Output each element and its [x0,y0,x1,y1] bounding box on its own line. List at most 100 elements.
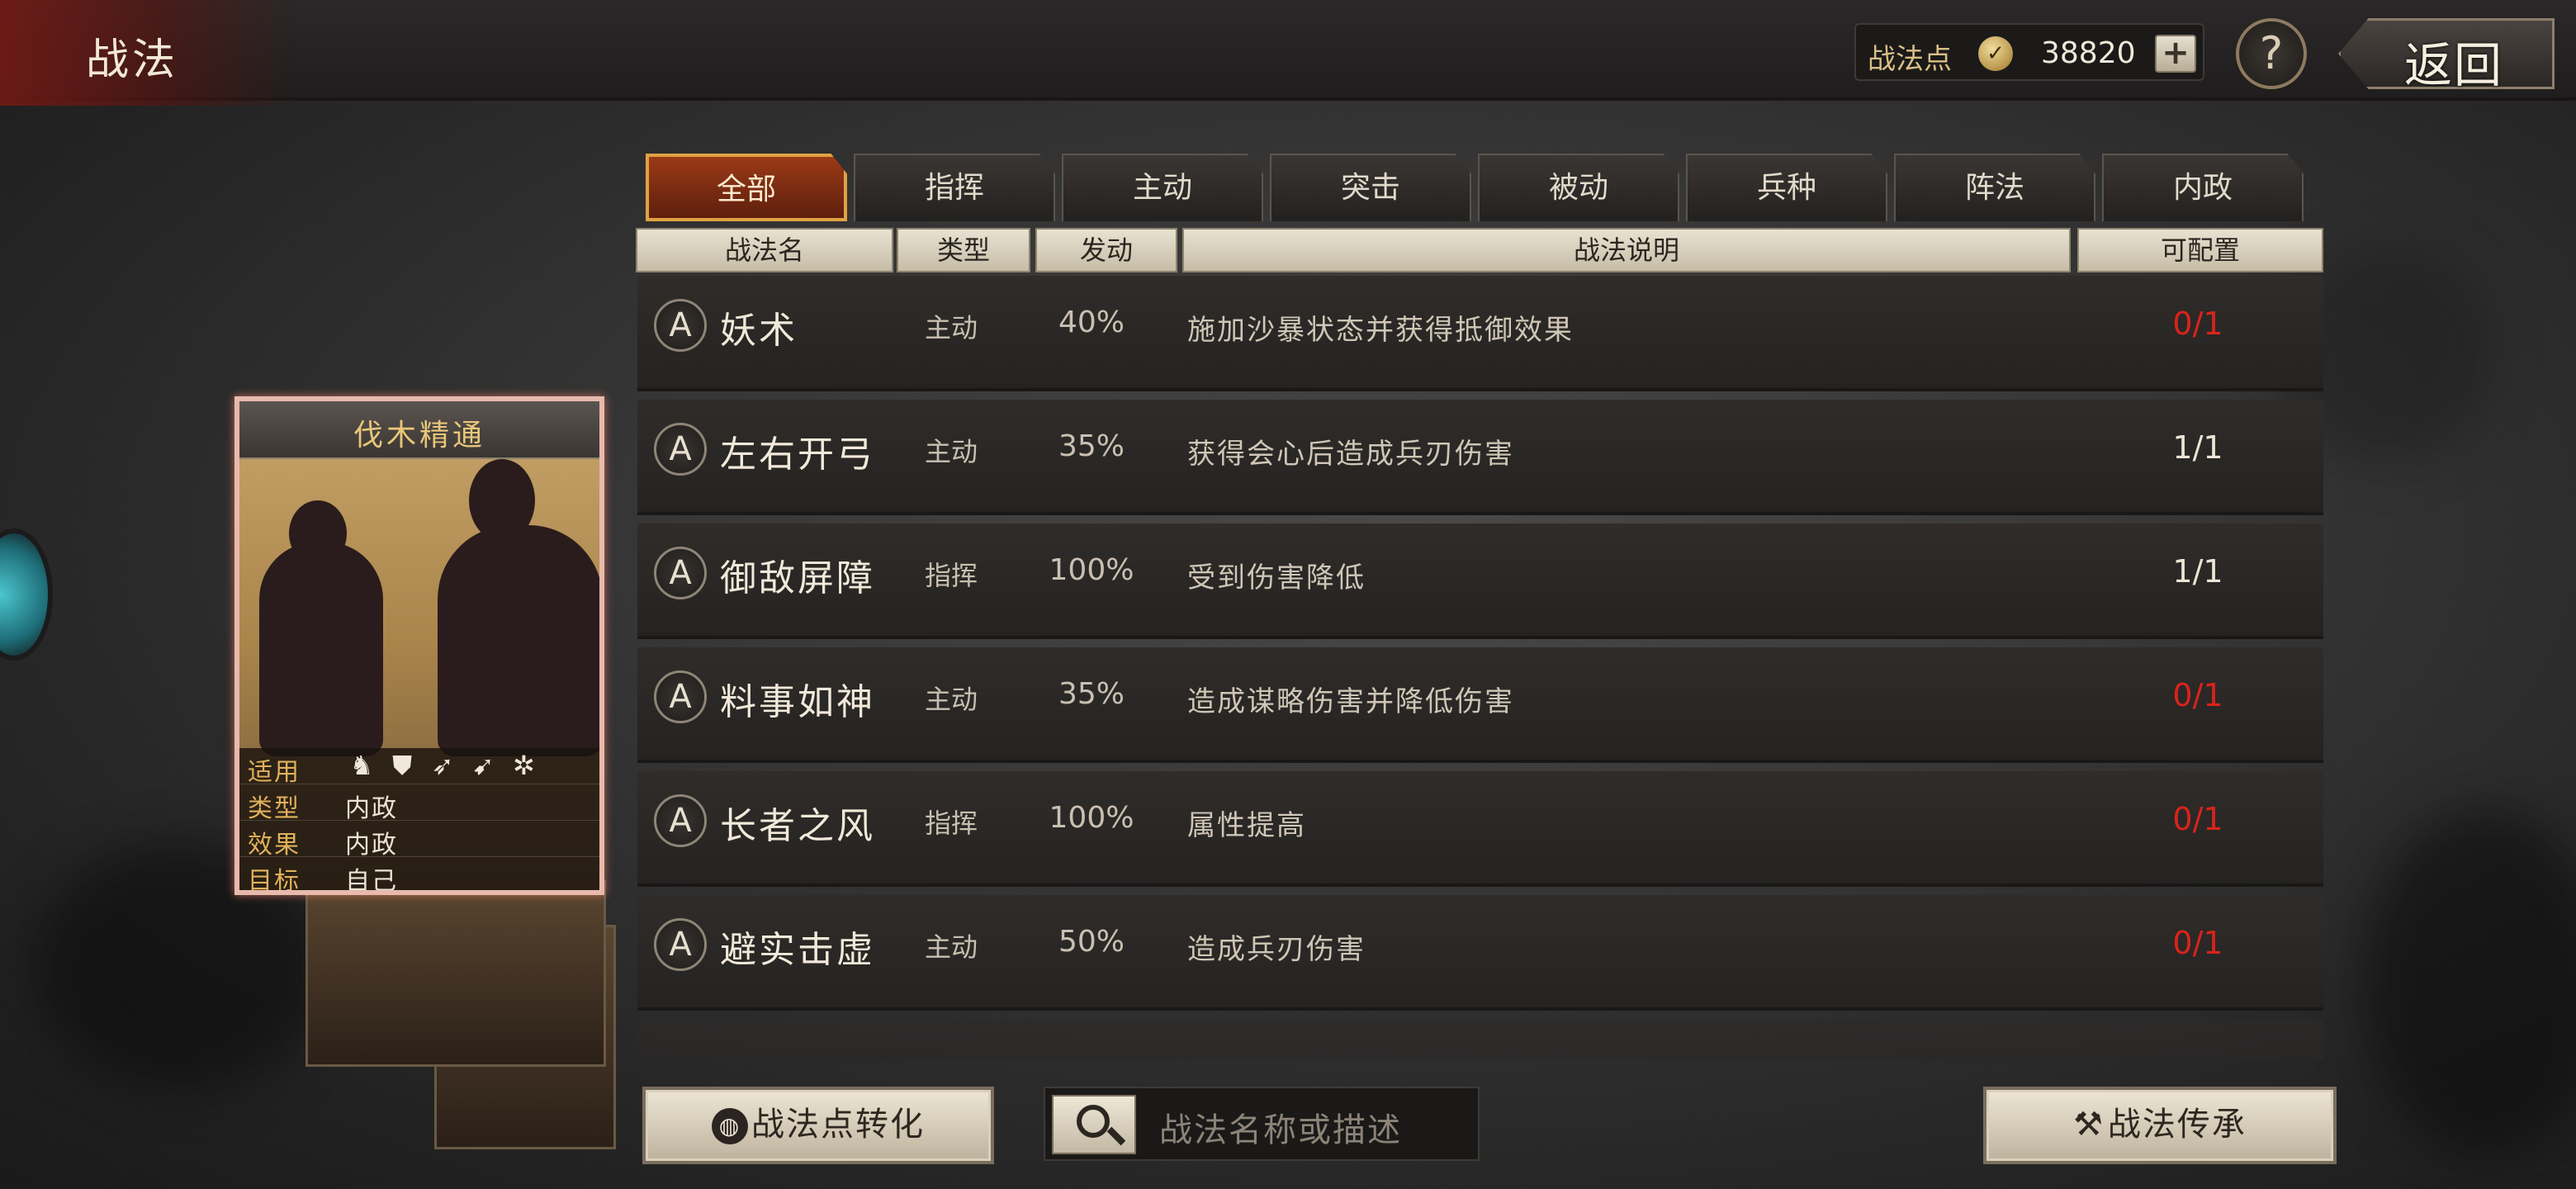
column-header-name[interactable]: 战法名 [636,228,893,272]
top-bar: 战法 战法点 ✓ 38820 + ? 返回 [0,0,2576,106]
tactic-list[interactable]: A 妖术 主动 40% 施加沙暴状态并获得抵御效果 0/1 A 左右开弓 主动 … [637,276,2323,1060]
tactic-type: 主动 [924,931,978,963]
tactic-config: 1/1 [2172,429,2223,466]
siege-icon: ✲ [512,750,535,781]
card-apply-key: 适用 [248,758,301,787]
tab-active[interactable]: 主动 [1062,154,1263,221]
tactic-row[interactable]: A 料事如神 主动 35% 造成谋略伤害并降低伤害 0/1 [637,647,2323,763]
card-target-key: 目标 [248,867,301,895]
tactic-description: 获得会心后造成兵刃伤害 [1187,438,1514,471]
card-title: 伐木精通 [353,419,485,452]
tactic-rate: 100% [1049,553,1134,587]
tactic-type-icon: A [654,670,707,723]
tactic-row-partial[interactable] [637,1019,2323,1060]
column-header-type[interactable]: 类型 [897,228,1030,272]
card-effect-row: 效果 内政 [239,821,599,860]
tactic-rate: 35% [1058,429,1125,463]
tactic-name: 左右开弓 [720,433,875,476]
inherit-tactic-button[interactable]: ⚒ 战法传承 [1983,1087,2337,1164]
column-header-config[interactable]: 可配置 [2077,228,2323,272]
card-apply-row: 适用 ♞ ⛊ ➶ ➹ ✲ [239,748,599,787]
tactic-config: 0/1 [2172,801,2223,837]
tactic-type: 主动 [924,684,978,715]
convert-points-label: 战法点转化 [751,1106,925,1144]
tactic-name: 御敌屏障 [720,557,875,599]
tactic-rate: 50% [1058,925,1125,959]
tab-command[interactable]: 指挥 [854,154,1055,221]
tactic-type-icon: A [654,547,707,599]
tactic-points-panel: 战法点 ✓ 38820 + [1854,23,2204,81]
search-placeholder: 战法名称或描述 [1159,1111,1402,1149]
tab-domestic[interactable]: 内政 [2102,154,2304,221]
card-target-row: 目标 自己 [239,857,599,895]
search-button[interactable] [1052,1095,1136,1154]
back-button-label: 返回 [2404,37,2504,93]
side-avatar-icon[interactable] [0,528,53,661]
tactic-description: 受到伤害降低 [1187,561,1366,594]
tactic-config: 0/1 [2172,677,2223,713]
spear-icon: ➹ [471,750,495,781]
tab-passive[interactable]: 被动 [1478,154,1679,221]
search-icon [1077,1105,1110,1138]
tactic-row[interactable]: A 左右开弓 主动 35% 获得会心后造成兵刃伤害 1/1 [637,400,2323,515]
tactic-type: 指挥 [924,808,978,839]
tab-formation[interactable]: 阵法 [1894,154,2095,221]
card-type-key: 类型 [248,794,301,823]
card-type-value: 内政 [345,794,398,823]
tactic-description: 施加沙暴状态并获得抵御效果 [1187,314,1574,347]
card-effect-key: 效果 [248,831,301,860]
tactic-type: 指挥 [924,560,978,591]
hammer-icon: ⚒ [2073,1106,2105,1144]
tactic-description: 造成谋略伤害并降低伤害 [1187,685,1514,718]
tactic-row[interactable]: A 避实击虚 主动 50% 造成兵刃伤害 0/1 [637,895,2323,1011]
tactic-name: 妖术 [720,310,798,352]
card-target-value: 自己 [345,867,398,895]
tactic-detail-card[interactable]: 伐木精通 适用 ♞ ⛊ ➶ ➹ ✲ 类型 内政 效果 内政 目标 自己 [234,396,604,895]
tactic-description: 属性提高 [1187,809,1306,842]
archer-icon: ➶ [431,750,454,781]
tab-assault[interactable]: 突击 [1270,154,1471,221]
card-art-silhouette [469,459,535,542]
tactic-config: 0/1 [2172,306,2223,342]
search-icon-handle [1106,1126,1126,1146]
tactic-rate: 100% [1049,801,1134,835]
tactic-name: 长者之风 [720,805,875,847]
tab-all[interactable]: 全部 [646,154,847,221]
tactic-config: 1/1 [2172,553,2223,590]
page-title: 战法 [86,36,179,85]
column-header-description: 战法说明 [1182,228,2071,272]
tactic-row[interactable]: A 长者之风 指挥 100% 属性提高 0/1 [637,771,2323,887]
tactic-row[interactable]: A 御敌屏障 指挥 100% 受到伤害降低 1/1 [637,523,2323,639]
back-button[interactable]: 返回 [2338,18,2555,93]
card-art-silhouette [438,525,599,756]
tactic-description: 造成兵刃伤害 [1187,933,1366,966]
inherit-tactic-label: 战法传承 [2107,1106,2247,1144]
tactic-type-icon: A [654,918,707,971]
search-input[interactable]: 战法名称或描述 [1044,1087,1480,1161]
tactic-type: 主动 [924,436,978,467]
troop-icons: ♞ ⛊ ➶ ➹ ✲ [343,750,542,782]
card-info-panel: 适用 ♞ ⛊ ➶ ➹ ✲ 类型 内政 效果 内政 目标 自己 [239,748,599,895]
tactic-points-value: 38820 [2041,36,2136,70]
column-header-rate[interactable]: 发动 [1035,228,1177,272]
tactic-rate: 40% [1058,306,1125,339]
add-points-button[interactable]: + [2155,35,2196,73]
tactic-points-coin-icon: ✓ [1978,36,2013,71]
card-effect-value: 内政 [345,831,398,860]
card-art-silhouette [289,500,347,566]
tactic-type-icon: A [654,423,707,476]
shield-icon: ⛊ [392,750,413,781]
tab-troop[interactable]: 兵种 [1686,154,1887,221]
tactic-type-icon: A [654,794,707,847]
card-art-silhouette [259,542,383,756]
tactic-points-label: 战法点 [1868,43,1952,76]
help-button[interactable]: ? [2236,18,2307,89]
tactic-name: 料事如神 [720,681,875,723]
cavalry-icon: ♞ [349,750,374,781]
convert-points-button[interactable]: ◍ 战法点转化 [642,1087,994,1164]
tactic-type-icon: A [654,299,707,352]
card-type-row: 类型 内政 [239,784,599,823]
tactic-rate: 35% [1058,677,1125,711]
ink-decoration [2361,809,2576,1156]
tactic-row[interactable]: A 妖术 主动 40% 施加沙暴状态并获得抵御效果 0/1 [637,276,2323,391]
